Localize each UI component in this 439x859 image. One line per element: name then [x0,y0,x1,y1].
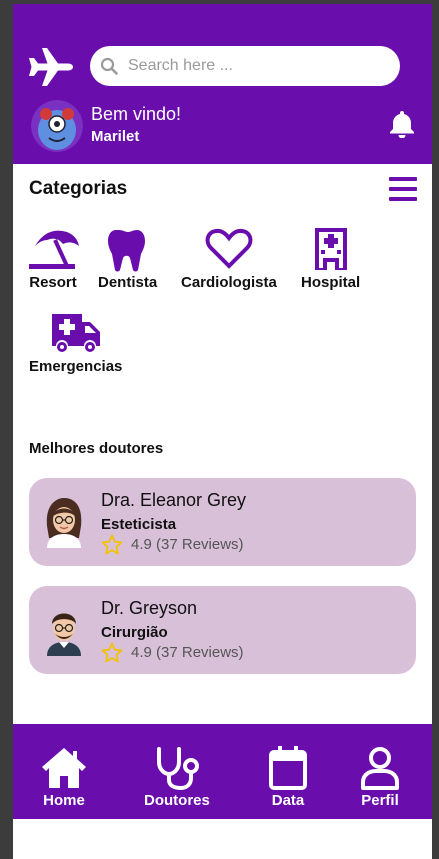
doctor-avatar [47,613,81,656]
category-dentista[interactable]: Dentista [98,226,157,291]
doctor-card[interactable]: Dr. Greyson Cirurgião 4.9 (37 Reviews) [29,586,416,674]
greeting-text: Bem vindo! [91,104,182,124]
doctor-specialty: Cirurgião [101,624,168,641]
beach-umbrella-icon [29,230,79,269]
doctor-name: Dra. Eleanor Grey [101,490,247,510]
search-icon [100,57,118,75]
nav-item-data[interactable]: Data [264,746,312,809]
star-icon [101,642,123,663]
category-resort[interactable]: Resort [27,226,79,291]
category-cardiologista[interactable]: Cardiologista [181,226,277,291]
nav-item-home[interactable]: Home [40,746,88,809]
ambulance-icon [51,314,100,352]
category-hospital[interactable]: Hospital [301,226,360,291]
home-icon [42,748,86,788]
nav-label: Home [43,792,85,809]
app-screen: Bem vindo! Marilet Categorias Resort Den… [13,4,432,859]
best-doctors-title: Melhores doutores [29,440,164,457]
bell-icon[interactable] [389,110,415,138]
category-label: Resort [29,274,77,291]
doctor-rating: 4.9 (37 Reviews) [131,536,244,553]
doctor-avatar [46,498,82,548]
avatar[interactable] [31,100,83,152]
doctor-specialty: Esteticista [101,516,177,533]
category-label: Emergencias [29,358,123,375]
category-label: Dentista [98,274,158,291]
airplane-icon[interactable] [27,46,75,88]
star-icon [101,534,123,555]
categories-title: Categorias [29,178,128,199]
hospital-icon [314,228,347,270]
doctor-rating: 4.9 (37 Reviews) [131,644,244,661]
tooth-icon [107,230,145,272]
username: Marilet [91,128,140,145]
category-label: Cardiologista [181,274,277,291]
search-input[interactable] [128,57,378,75]
nav-label: Perfil [361,792,399,809]
user-icon [361,747,399,790]
calendar-icon [269,746,307,790]
nav-item-doutores[interactable]: Doutores [144,746,210,809]
doctor-name: Dr. Greyson [101,598,198,618]
nav-label: Doutores [144,792,210,809]
stethoscope-icon [156,747,199,790]
hamburger-menu-icon[interactable] [389,176,417,202]
category-label: Hospital [301,274,361,291]
search-bar[interactable] [90,46,400,86]
heart-icon [205,228,253,269]
bottom-nav: Home Doutores Data Perfil [13,724,432,819]
nav-label: Data [271,792,305,809]
header: Bem vindo! Marilet [13,4,432,164]
doctor-card[interactable]: Dra. Eleanor Grey Esteticista 4.9 (37 Re… [29,478,416,566]
category-emergencias[interactable]: Emergencias [29,310,122,375]
nav-item-perfil[interactable]: Perfil [356,746,404,809]
